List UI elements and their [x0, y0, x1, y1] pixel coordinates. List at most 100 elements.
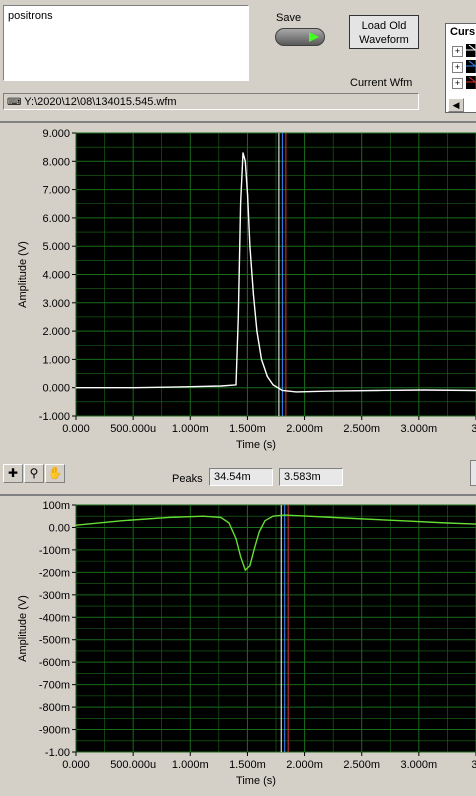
- x-tick-label: 3.000m: [401, 423, 438, 435]
- y-tick-label: -500m: [39, 635, 70, 647]
- data-point: [423, 389, 425, 391]
- current-wfm-path[interactable]: ⌨ Y:\2020\12\08\134015.545.wfm: [3, 93, 419, 110]
- y-tick-label: -1.000: [39, 411, 70, 423]
- y-tick-label: -300m: [39, 590, 70, 602]
- data-point: [121, 520, 123, 522]
- data-point: [258, 531, 260, 533]
- data-point: [244, 160, 246, 162]
- x-axis-label: Time (s): [236, 439, 276, 451]
- x-tick-label: 3.: [471, 759, 476, 771]
- data-point: [256, 330, 258, 332]
- cursor-row-3[interactable]: +: [452, 76, 476, 90]
- cursor-row-2[interactable]: +: [452, 60, 476, 74]
- data-point: [252, 293, 254, 295]
- y-tick-label: 0.000: [42, 383, 70, 395]
- y-tick-label: -600m: [39, 657, 70, 669]
- scroll-left-icon[interactable]: ◀: [448, 98, 464, 112]
- zoom-tool-icon[interactable]: ⚲: [24, 464, 44, 483]
- y-tick-label: -900m: [39, 725, 70, 737]
- path-icon: ⌨: [7, 97, 22, 108]
- data-point: [249, 245, 251, 247]
- x-tick-label: 1.000m: [172, 759, 209, 771]
- data-point: [179, 386, 181, 388]
- notes-textbox[interactable]: positrons: [3, 5, 249, 81]
- x-tick-label: 500.000u: [110, 423, 156, 435]
- x-tick-label: 3.: [471, 423, 476, 435]
- data-point: [244, 569, 246, 571]
- y-tick-label: -400m: [39, 612, 70, 624]
- data-point: [246, 194, 249, 196]
- data-point: [253, 547, 256, 549]
- data-point: [168, 516, 170, 518]
- path-text: Y:\2020\12\08\134015.545.wfm: [24, 96, 177, 108]
- x-tick-label: 2.500m: [343, 423, 380, 435]
- y-tick-label: -1.00: [45, 747, 70, 759]
- save-led-icon: [309, 32, 319, 42]
- cursor-swatch-red: [466, 76, 476, 89]
- y-tick-label: 6.000: [42, 213, 70, 225]
- save-button[interactable]: [275, 28, 325, 46]
- cursor-legend-title: Curs: [450, 26, 476, 38]
- x-tick-label: 2.000m: [286, 423, 323, 435]
- data-point: [272, 384, 274, 386]
- cursor-swatch-blue: [466, 60, 476, 73]
- y-tick-label: -200m: [39, 567, 70, 579]
- notes-text: positrons: [8, 10, 53, 22]
- divider: [0, 494, 476, 496]
- data-point: [202, 515, 205, 517]
- expand-icon[interactable]: +: [452, 78, 463, 89]
- data-point: [75, 387, 77, 389]
- y-tick-label: 2.000: [42, 326, 70, 338]
- x-tick-label: 500.000u: [110, 759, 156, 771]
- y-tick-label: 0.00: [49, 522, 70, 534]
- expand-icon[interactable]: +: [452, 46, 463, 57]
- data-point: [133, 387, 135, 389]
- data-point: [353, 517, 355, 520]
- data-point: [242, 152, 244, 154]
- load-old-waveform-button[interactable]: Load Old Waveform: [349, 15, 419, 49]
- data-point: [400, 520, 402, 522]
- peaks-graph[interactable]: 100m 0.00 -100m -200m -300m -400m -500m -600m -7…: [0, 497, 476, 795]
- data-point: [295, 391, 297, 393]
- pan-hand-icon[interactable]: ✋: [45, 464, 65, 483]
- y-tick-label: 5.000: [42, 241, 70, 253]
- panel-edge-tab[interactable]: [470, 460, 476, 486]
- data-point: [266, 375, 268, 377]
- data-point: [240, 556, 242, 558]
- cursor-row-1[interactable]: +: [452, 44, 476, 58]
- x-axis-label: Time (s): [236, 775, 276, 787]
- cursor-tool-icon[interactable]: ✚: [3, 464, 23, 483]
- peaks-label: Peaks: [172, 473, 203, 485]
- divider: [0, 121, 476, 123]
- data-point: [284, 514, 286, 516]
- data-point: [307, 515, 309, 517]
- x-tick-label: 2.500m: [343, 759, 380, 771]
- data-point: [249, 565, 251, 567]
- x-tick-label: 1.000m: [172, 423, 209, 435]
- waveform-graph[interactable]: 9.000 8.000 7.000 6.000 5.000 4.000 3.000 2.000…: [0, 124, 476, 460]
- y-axis-label: Amplitude (V): [17, 241, 29, 308]
- data-point: [264, 520, 266, 522]
- data-point: [446, 522, 448, 524]
- data-point: [330, 390, 332, 392]
- x-tick-label: 1.500m: [229, 423, 266, 435]
- cursor-legend[interactable]: Curs + + + ◀: [445, 23, 476, 113]
- y-tick-label: 4.000: [42, 270, 70, 282]
- data-point: [220, 516, 222, 518]
- cursor-swatch-white: [466, 44, 476, 57]
- x-tick-label: 0.000: [62, 759, 90, 771]
- data-point: [272, 515, 274, 517]
- y-tick-label: 9.000: [42, 128, 70, 140]
- data-point: [75, 524, 77, 526]
- data-point: [237, 316, 239, 318]
- data-point: [281, 389, 283, 392]
- data-point: [260, 358, 263, 360]
- data-point: [240, 203, 242, 205]
- y-tick-label: 3.000: [42, 298, 70, 310]
- y-tick-label: 1.000: [42, 354, 70, 366]
- data-point: [228, 522, 230, 524]
- y-tick-label: -700m: [39, 680, 70, 692]
- peak-value-2: 3.583m: [279, 468, 343, 486]
- data-point: [376, 389, 379, 392]
- expand-icon[interactable]: +: [452, 62, 463, 73]
